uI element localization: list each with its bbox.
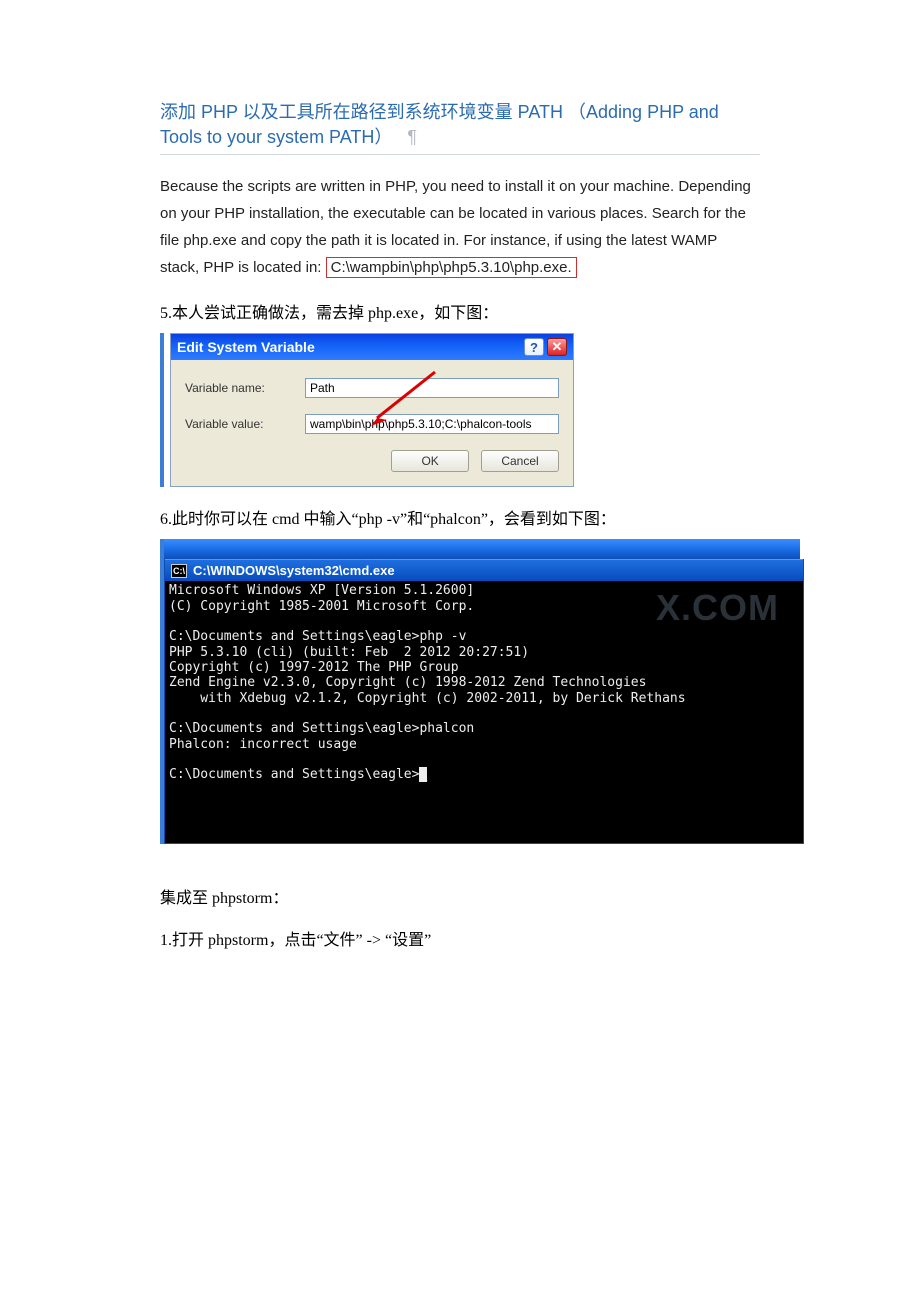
integrate-step-1: 1.打开 phpstorm，点击“文件” -> “设置” [160,926,760,950]
highlighted-path: C:\wampbin\php\php5.3.10\php.exe. [326,257,577,278]
cmd-text: Microsoft Windows XP [Version 5.1.2600] … [169,583,686,782]
dialog-screenshot: Edit System Variable ? ✕ Variable name: … [160,333,576,487]
help-icon[interactable]: ? [524,338,544,356]
watermark: X.COM [656,587,779,629]
variable-value-row: Variable value: [185,414,559,434]
cmd-icon: C:\ [171,564,187,578]
cancel-button[interactable]: Cancel [481,450,559,472]
dialog-titlebar: Edit System Variable ? ✕ [171,334,573,360]
dialog-button-row: OK Cancel [185,450,559,472]
section-heading-text: 添加 PHP 以及工具所在路径到系统环境变量 PATH （Adding PHP … [160,102,719,147]
instruction-5: 5.本人尝试正确做法，需去掉 php.exe，如下图： [160,299,760,323]
ok-button[interactable]: OK [391,450,469,472]
cmd-window-chrome [164,539,800,559]
cmd-output: X.COMMicrosoft Windows XP [Version 5.1.2… [165,581,803,842]
variable-name-row: Variable name: [185,378,559,398]
intro-paragraph: Because the scripts are written in PHP, … [160,173,760,281]
variable-value-label: Variable value: [185,417,305,431]
dialog-title-text: Edit System Variable [177,339,315,355]
integrate-heading: 集成至 phpstorm： [160,884,760,908]
variable-name-input[interactable] [305,378,559,398]
dialog-body: Variable name: Variable value: OK Cancel [171,360,573,486]
variable-value-input[interactable] [305,414,559,434]
variable-name-label: Variable name: [185,381,305,395]
cmd-window: C:\ C:\WINDOWS\system32\cmd.exe X.COMMic… [164,559,804,843]
cursor-icon: _ [419,767,427,782]
close-icon[interactable]: ✕ [547,338,567,356]
pilcrow-icon: ¶ [407,127,417,147]
dialog-title-buttons: ? ✕ [524,338,567,356]
cmd-titlebar: C:\ C:\WINDOWS\system32\cmd.exe [165,559,803,581]
cmd-screenshot: C:\ C:\WINDOWS\system32\cmd.exe X.COMMic… [160,539,800,843]
edit-system-variable-dialog: Edit System Variable ? ✕ Variable name: … [170,333,574,487]
instruction-6: 6.此时你可以在 cmd 中输入“php -v”和“phalcon”，会看到如下… [160,505,760,529]
cmd-title-text: C:\WINDOWS\system32\cmd.exe [193,563,395,578]
section-heading: 添加 PHP 以及工具所在路径到系统环境变量 PATH （Adding PHP … [160,100,760,155]
document-page: 添加 PHP 以及工具所在路径到系统环境变量 PATH （Adding PHP … [0,0,920,1160]
